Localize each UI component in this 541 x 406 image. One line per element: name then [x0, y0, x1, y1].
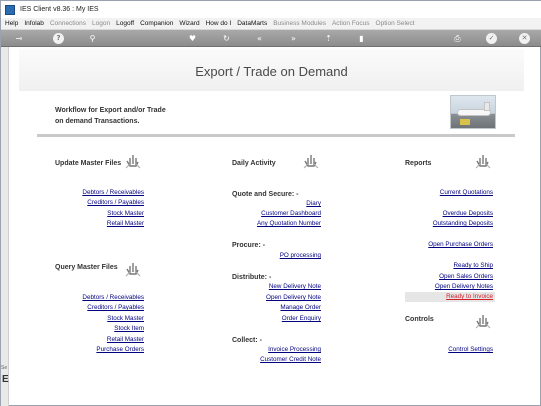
collect-title: Collect: - — [232, 337, 262, 344]
cargo-truck — [460, 119, 470, 125]
left-panel-strip: Se E — [1, 47, 9, 406]
title-bar: IES Client v8.36 : My IES — [1, 1, 541, 18]
menu-datamarts[interactable]: DataMarts — [237, 20, 267, 27]
key-icon[interactable]: ⊸ — [9, 33, 29, 44]
help-icon[interactable]: ? — [53, 33, 64, 44]
heading-band: Export / Trade on Demand — [19, 49, 524, 91]
open-purchase-orders-link[interactable]: Open Purchase Orders — [428, 241, 493, 248]
left-strip-letter: E — [2, 374, 9, 385]
ok-icon[interactable]: ✓ — [486, 33, 497, 44]
menu-how-do-i[interactable]: How do I — [206, 20, 232, 27]
query-debtors-link[interactable]: Debtors / Receivables — [82, 294, 144, 301]
current-quotations-link[interactable]: Current Quotations — [440, 189, 493, 196]
update-retail-master-link[interactable]: Retail Master — [107, 220, 144, 227]
intro-text: Workflow for Export and/or Trade on dema… — [55, 105, 166, 127]
hand-pointer-icon — [125, 155, 141, 169]
intro-line-1: Workflow for Export and/or Trade — [55, 107, 166, 114]
query-purchase-orders-link[interactable]: Purchase Orders — [96, 346, 144, 353]
update-stock-master-link[interactable]: Stock Master — [107, 210, 144, 217]
left-strip-label: Se — [1, 365, 8, 371]
update-creditors-link[interactable]: Creditors / Payables — [87, 199, 144, 206]
query-stock-master-link[interactable]: Stock Master — [107, 315, 144, 322]
menu-logoff[interactable]: Logoff — [116, 20, 134, 27]
page-title: Export / Trade on Demand — [195, 64, 348, 79]
menu-option-select[interactable]: Option Select — [376, 20, 415, 27]
manage-order-link[interactable]: Manage Order — [280, 304, 321, 311]
content-area: Export / Trade on Demand Workflow for Ex… — [19, 49, 524, 399]
app-window: IES Client v8.36 : My IES Help Infolab C… — [0, 0, 541, 406]
ready-to-ship-link[interactable]: Ready to Ship — [453, 262, 493, 269]
menu-action-focus[interactable]: Action Focus — [332, 20, 370, 27]
menu-connections[interactable]: Connections — [50, 20, 86, 27]
hand-pointer-icon — [125, 263, 141, 277]
outstanding-deposits-link[interactable]: Outstanding Deposits — [433, 220, 493, 227]
stop-icon[interactable]: ▮ — [356, 33, 367, 44]
hand-pointer-icon — [475, 155, 491, 169]
hand-pointer-icon — [303, 155, 319, 169]
po-processing-link[interactable]: PO processing — [280, 252, 321, 259]
reports-title: Reports — [405, 160, 432, 167]
overdue-deposits-link[interactable]: Overdue Deposits — [443, 210, 493, 217]
menu-help[interactable]: Help — [5, 20, 18, 27]
refresh-icon[interactable]: ↻ — [221, 33, 232, 44]
toolbar: ⊸ ? ⚲ ♥ ↻ « » ⇡ ▮ ⎙ ✓ ✕ — [1, 30, 541, 47]
controls-title: Controls — [405, 316, 434, 323]
customer-credit-note-link[interactable]: Customer Credit Note — [260, 356, 321, 363]
quote-and-secure-title: Quote and Secure: - — [232, 191, 299, 198]
invoice-processing-link[interactable]: Invoice Processing — [268, 346, 321, 353]
update-master-files-title: Update Master Files — [55, 160, 122, 167]
open-sales-orders-link[interactable]: Open Sales Orders — [439, 273, 493, 280]
ready-to-invoice-link[interactable]: Ready to Invoice — [446, 293, 493, 300]
distribute-title: Distribute: - — [232, 274, 272, 281]
back-icon[interactable]: « — [254, 33, 265, 44]
customer-dashboard-link[interactable]: Customer Dashboard — [261, 210, 321, 217]
order-enquiry-link[interactable]: Order Enquiry — [282, 315, 321, 322]
airplane-tail — [484, 102, 490, 111]
any-quotation-number-link[interactable]: Any Quotation Number — [257, 220, 321, 227]
new-delivery-note-link[interactable]: New Delivery Note — [269, 283, 321, 290]
query-retail-master-link[interactable]: Retail Master — [107, 336, 144, 343]
diary-link[interactable]: Diary — [306, 200, 321, 207]
menu-logon[interactable]: Logon — [92, 20, 110, 27]
print-icon[interactable]: ⎙ — [452, 33, 463, 44]
control-settings-link[interactable]: Control Settings — [448, 346, 493, 353]
daily-activity-title: Daily Activity — [232, 160, 276, 167]
close-icon[interactable]: ✕ — [519, 33, 530, 44]
menu-wizard[interactable]: Wizard — [179, 20, 199, 27]
menu-bar: Help Infolab Connections Logon Logoff Co… — [1, 18, 541, 30]
query-stock-item-link[interactable]: Stock Item — [114, 325, 144, 332]
menu-companion[interactable]: Companion — [140, 20, 173, 27]
forward-icon[interactable]: » — [288, 33, 299, 44]
search-icon[interactable]: ⚲ — [87, 33, 98, 44]
procure-title: Procure: - — [232, 242, 266, 249]
app-icon — [5, 4, 15, 15]
query-creditors-link[interactable]: Creditors / Payables — [87, 304, 144, 311]
window-title: IES Client v8.36 : My IES — [20, 6, 99, 13]
query-master-files-title: Query Master Files — [55, 264, 118, 271]
open-delivery-notes-link[interactable]: Open Delivery Notes — [435, 283, 493, 290]
menu-infolab[interactable]: Infolab — [24, 20, 44, 27]
airplane-photo — [450, 95, 496, 129]
bookmark-icon[interactable]: ⇡ — [323, 33, 334, 44]
hand-pointer-icon — [475, 315, 491, 329]
menu-business-modules[interactable]: Business Modules — [273, 20, 326, 27]
intro-line-2: on demand Transactions. — [55, 118, 140, 125]
open-delivery-note-link[interactable]: Open Delivery Note — [266, 294, 321, 301]
divider — [37, 134, 515, 137]
favorite-icon[interactable]: ♥ — [187, 33, 198, 44]
update-debtors-link[interactable]: Debtors / Receivables — [82, 189, 144, 196]
